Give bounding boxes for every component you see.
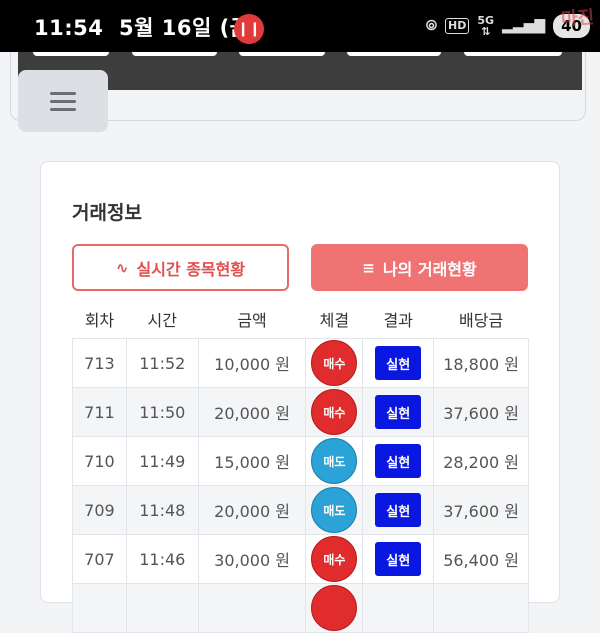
status-icons: ⦾ HD 5G ⇅ ▂▃▅▇ 40 xyxy=(426,10,590,42)
time-cell: 11:50 xyxy=(125,387,199,437)
recording-indicator-icon[interactable]: ❙❙ xyxy=(234,14,264,44)
table-row[interactable]: 709 11:48 20,000 원 매도 실현 37,600 원 xyxy=(72,485,529,535)
network-5g-icon: 5G ⇅ xyxy=(477,14,495,38)
result-badge: 실현 xyxy=(375,395,422,429)
round-cell: 710 xyxy=(72,436,127,486)
header-fill: 체결 xyxy=(319,311,350,330)
realtime-status-button[interactable]: ∿ 실시간 종목현황 xyxy=(72,244,289,291)
time-cell: 11:48 xyxy=(125,485,199,535)
table-row[interactable]: 711 11:50 20,000 원 매수 실현 37,600 원 xyxy=(72,387,529,437)
table-row[interactable]: 710 11:49 15,000 원 매도 실현 28,200 원 xyxy=(72,436,529,486)
time-cell xyxy=(125,583,199,633)
payout-cell: 37,600 원 xyxy=(433,485,529,535)
round-cell: 707 xyxy=(72,534,127,584)
result-badge: 실현 xyxy=(375,542,422,576)
table-header-row: 회차 시간 금액 체결 결과 배당금 xyxy=(73,300,529,339)
result-cell xyxy=(362,583,435,633)
hd-icon: HD xyxy=(445,18,470,34)
header-amount: 금액 xyxy=(237,311,267,330)
payout-cell: 37,600 원 xyxy=(433,387,529,437)
result-badge: 실현 xyxy=(375,444,422,478)
result-badge: 실현 xyxy=(375,493,422,527)
battery-level: 40 xyxy=(553,14,590,38)
round-cell: 713 xyxy=(72,338,127,388)
round-cell xyxy=(72,583,127,633)
header-result: 결과 xyxy=(383,311,413,330)
payout-cell: 18,800 원 xyxy=(433,338,529,388)
pulse-icon: ∿ xyxy=(115,258,129,277)
header-time: 시간 xyxy=(147,311,177,330)
payout-cell: 56,400 원 xyxy=(433,534,529,584)
fill-cell: 매수 xyxy=(305,387,364,437)
time-cell: 11:46 xyxy=(125,534,199,584)
round-cell: 711 xyxy=(72,387,127,437)
result-cell: 실현 xyxy=(362,436,435,486)
amount-cell xyxy=(197,583,307,633)
payout-cell xyxy=(433,583,529,633)
card-title: 거래정보 xyxy=(72,202,142,224)
time-cell: 11:49 xyxy=(125,436,199,486)
fill-cell: 매도 xyxy=(305,485,364,535)
fill-badge: 매수 xyxy=(311,340,358,386)
fill-badge: 매수 xyxy=(311,389,358,435)
header-payout: 배당금 xyxy=(459,311,504,330)
amount-cell: 30,000 원 xyxy=(197,534,307,584)
nav-tab[interactable] xyxy=(347,52,441,56)
fill-cell: 매수 xyxy=(305,534,364,584)
amount-cell: 20,000 원 xyxy=(197,485,307,535)
result-cell: 실현 xyxy=(362,387,435,437)
nav-tab[interactable] xyxy=(239,52,325,56)
trade-table: 회차 시간 금액 체결 결과 배당금 713 11:52 10,000 원 매수… xyxy=(72,300,529,633)
fill-cell: 매수 xyxy=(305,338,364,388)
nav-tab[interactable] xyxy=(33,52,109,56)
nav-tab[interactable] xyxy=(464,52,562,56)
payout-cell: 28,200 원 xyxy=(433,436,529,486)
status-bar: 11:54 5월 16일 (금) ❙❙ ⦾ HD 5G ⇅ ▂▃▅▇ 40 마진 xyxy=(0,0,600,52)
fill-cell xyxy=(305,583,364,633)
time-cell: 11:52 xyxy=(125,338,199,388)
fill-badge: 매도 xyxy=(311,487,358,533)
result-cell: 실현 xyxy=(362,338,435,388)
result-cell: 실현 xyxy=(362,534,435,584)
hotspot-icon: ⦾ xyxy=(425,18,438,34)
list-icon: ≡ xyxy=(362,258,375,277)
amount-cell: 10,000 원 xyxy=(197,338,307,388)
amount-cell: 15,000 원 xyxy=(197,436,307,486)
header-round: 회차 xyxy=(84,311,115,330)
menu-button[interactable] xyxy=(18,70,108,132)
fill-badge xyxy=(311,585,358,631)
table-row[interactable]: 707 11:46 30,000 원 매수 실현 56,400 원 xyxy=(72,534,529,584)
fill-badge: 매수 xyxy=(311,536,358,582)
round-cell: 709 xyxy=(72,485,127,535)
result-cell: 실현 xyxy=(362,485,435,535)
table-row[interactable]: 713 11:52 10,000 원 매수 실현 18,800 원 xyxy=(72,338,529,388)
fill-cell: 매도 xyxy=(305,436,364,486)
amount-cell: 20,000 원 xyxy=(197,387,307,437)
my-trades-button[interactable]: ≡ 나의 거래현황 xyxy=(311,244,528,291)
status-time-date: 11:54 5월 16일 (금) xyxy=(34,16,260,40)
signal-icon: ▂▃▅▇ xyxy=(502,18,546,34)
result-badge: 실현 xyxy=(375,346,422,380)
trade-info-card: 거래정보 ∿ 실시간 종목현황 ≡ 나의 거래현황 회차 시간 금액 체결 결과… xyxy=(40,161,560,633)
table-row[interactable] xyxy=(72,583,529,633)
nav-tab[interactable] xyxy=(132,52,217,56)
fill-badge: 매도 xyxy=(311,438,358,484)
my-trades-label: 나의 거래현황 xyxy=(382,259,477,279)
realtime-status-label: 실시간 종목현황 xyxy=(136,259,246,279)
hamburger-icon xyxy=(50,87,76,116)
